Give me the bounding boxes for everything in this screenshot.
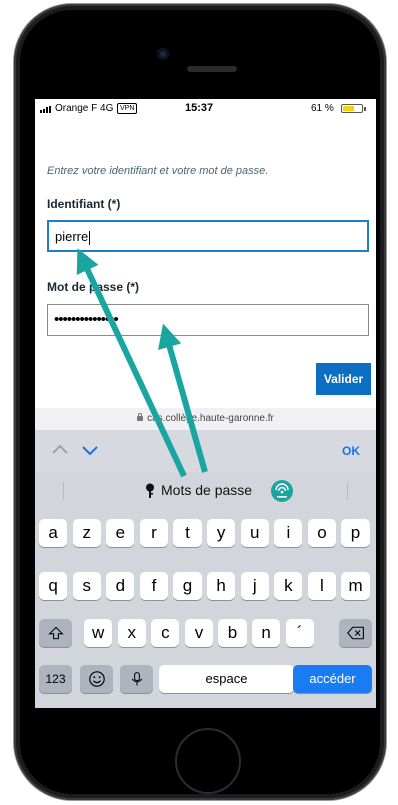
keyboard: Mots de passe azertyuiop qsdfghjklm wxcv… <box>35 472 376 708</box>
username-field[interactable]: pierre <box>47 220 369 252</box>
key-t[interactable]: t <box>173 519 202 547</box>
key-u[interactable]: u <box>240 519 269 547</box>
vpn-badge: VPN <box>117 103 138 114</box>
login-instruction: Entrez votre identifiant et votre mot de… <box>47 165 269 177</box>
battery-percent: 61 % <box>311 103 334 114</box>
key-h[interactable]: h <box>207 572 236 600</box>
key-accent[interactable]: ´ <box>285 619 314 647</box>
status-bar: Orange F 4G VPN 15:37 61 % <box>35 99 376 119</box>
home-button[interactable] <box>175 728 241 794</box>
key-o[interactable]: o <box>307 519 337 547</box>
key-x[interactable]: x <box>117 619 146 647</box>
phone-screen: Orange F 4G VPN 15:37 61 % Entrez votre … <box>35 99 376 708</box>
battery-fill <box>343 106 354 111</box>
key-g[interactable]: g <box>173 572 202 600</box>
battery-tip <box>364 107 366 111</box>
key-r[interactable]: r <box>139 519 169 547</box>
submit-button[interactable]: Valider <box>316 363 371 395</box>
ok-button[interactable]: OK <box>342 444 360 458</box>
key-m[interactable]: m <box>341 572 370 600</box>
username-value: pierre <box>55 229 89 244</box>
password-value: ••••••••••••••• <box>54 311 119 328</box>
key-c[interactable]: c <box>151 619 180 647</box>
emoji-icon <box>88 671 105 687</box>
shift-icon <box>47 626 64 640</box>
password-suggestion-bar[interactable]: Mots de passe <box>35 472 376 508</box>
key-d[interactable]: d <box>106 572 135 600</box>
front-camera <box>157 48 169 60</box>
space-key[interactable]: espace <box>159 665 294 693</box>
password-label: Mot de passe (*) <box>47 280 140 294</box>
bar-divider <box>347 482 348 500</box>
key-s[interactable]: s <box>72 572 101 600</box>
microphone-icon <box>131 672 142 686</box>
username-label: Identifiant (*) <box>47 197 121 211</box>
text-caret <box>89 230 91 245</box>
key-e[interactable]: e <box>106 519 135 547</box>
passwords-label: Mots de passe <box>161 482 253 498</box>
key-l[interactable]: l <box>307 572 337 600</box>
chevron-down-icon[interactable] <box>80 440 100 460</box>
key-icon <box>146 483 154 498</box>
shift-key[interactable] <box>39 619 72 647</box>
emoji-key[interactable] <box>80 665 113 693</box>
lock-icon <box>137 412 144 421</box>
key-z[interactable]: z <box>72 519 101 547</box>
key-a[interactable]: a <box>39 519 68 547</box>
carrier-name: Orange F 4G <box>55 103 114 114</box>
backspace-icon <box>346 626 364 640</box>
keychain-icon <box>271 480 293 502</box>
form-accessory-bar: OK <box>35 430 376 473</box>
key-f[interactable]: f <box>139 572 169 600</box>
backspace-key[interactable] <box>339 619 372 647</box>
chevron-up-icon[interactable] <box>50 440 70 460</box>
signal-icon <box>40 106 54 113</box>
key-n[interactable]: n <box>252 619 281 647</box>
earpiece-speaker <box>187 66 237 72</box>
key-k[interactable]: k <box>274 572 303 600</box>
battery-icon <box>341 104 363 113</box>
key-i[interactable]: i <box>274 519 303 547</box>
numbers-key[interactable]: 123 <box>39 665 72 693</box>
key-q[interactable]: q <box>39 572 68 600</box>
bar-divider <box>63 482 64 500</box>
key-y[interactable]: y <box>207 519 236 547</box>
key-b[interactable]: b <box>218 619 247 647</box>
key-j[interactable]: j <box>240 572 269 600</box>
key-p[interactable]: p <box>341 519 370 547</box>
address-bar[interactable]: cas.collège.haute-garonne.fr <box>35 408 376 430</box>
key-v[interactable]: v <box>184 619 214 647</box>
url-text: cas.collège.haute-garonne.fr <box>147 413 274 424</box>
dictation-key[interactable] <box>120 665 153 693</box>
key-w[interactable]: w <box>84 619 113 647</box>
go-key[interactable]: accéder <box>293 665 372 693</box>
password-field[interactable]: ••••••••••••••• <box>47 304 369 336</box>
clock: 15:37 <box>185 102 214 114</box>
